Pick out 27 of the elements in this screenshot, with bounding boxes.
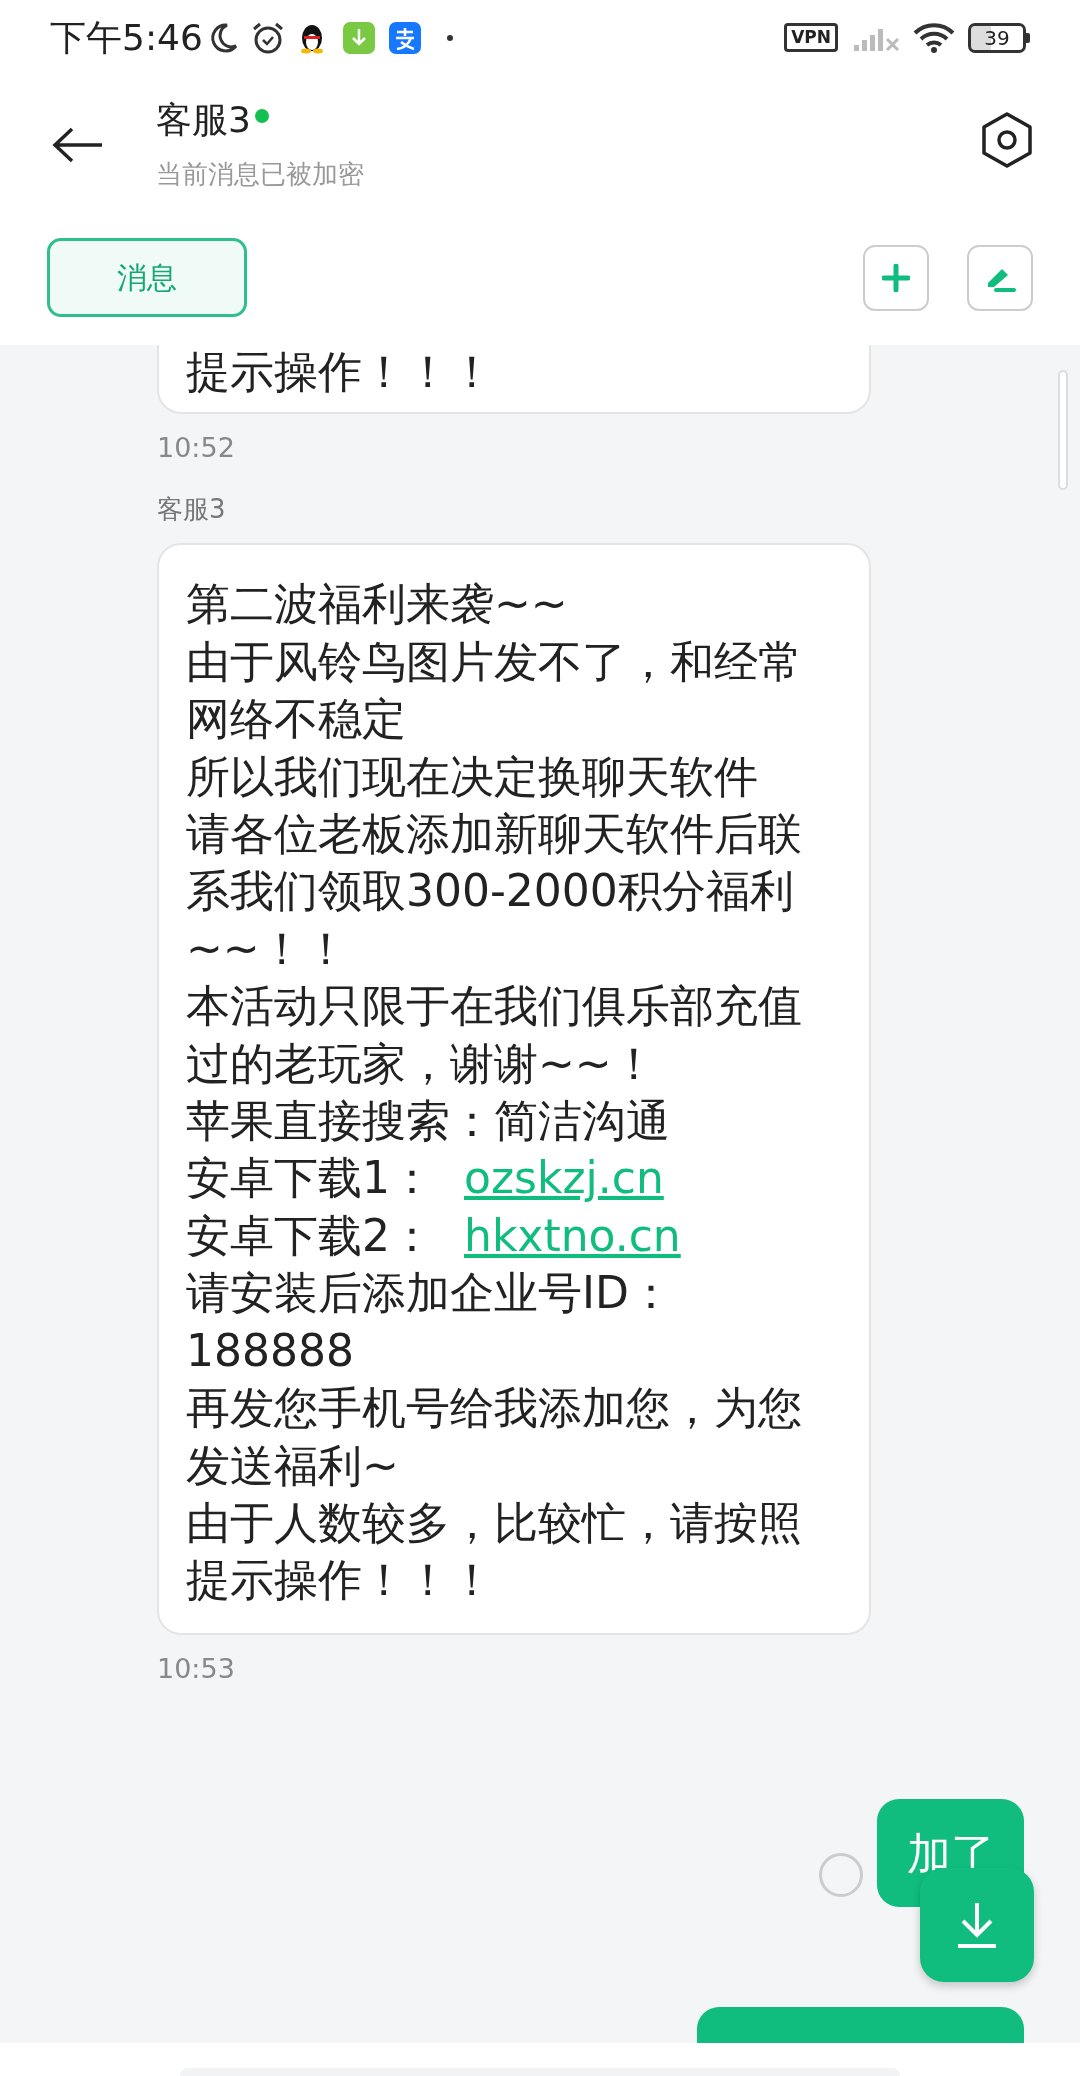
- download-app-icon: [342, 21, 375, 54]
- message-time: 10:52: [157, 431, 236, 466]
- message-text: 第二波福利来袭~~ 由于风铃鸟图片发不了，和经常 网络不稳定 所以我们现在决定换聊天软件 请各位老板添加新聊天软件后联 系我们领取300-2000积分福利 ~~！！ 本活动只限于在我们俱乐部充值 过的老玩家，谢谢~~！ 苹果直接搜索：简洁沟通 安卓下载1： ozskzj.cn 安卓下载2： hkxtno.cn 请安装后添加企业号ID： 188888 再发您手机号给我添加您，为您 发送福利~ 由于人数较多，比较忙，请按照 提示操作！！！: [186, 577, 803, 1608]
- tab[interactable]: 消息: [47, 238, 247, 317]
- message-text: 提示操作！！！: [186, 345, 495, 399]
- encryption-status: 当前消息已被加密: [156, 158, 364, 191]
- plus-icon: [882, 264, 910, 292]
- add-button[interactable]: [863, 245, 929, 311]
- battery-indicator: 39: [968, 22, 1030, 53]
- message-time: 10:53: [157, 1651, 236, 1686]
- link[interactable]: hkxtno.cn: [464, 1209, 681, 1261]
- edit-button[interactable]: [967, 245, 1033, 311]
- wifi-icon: [912, 21, 956, 54]
- status-time: 下午5:46: [50, 15, 203, 60]
- link[interactable]: ozskzj.cn: [464, 1152, 664, 1204]
- sender-name: 客服3: [157, 493, 227, 527]
- back-arrow-icon[interactable]: [52, 127, 104, 163]
- select-radio[interactable]: [819, 1852, 863, 1897]
- vpn-badge: VPN: [784, 23, 838, 52]
- dot-icon: [446, 34, 453, 41]
- moon-icon: [208, 21, 239, 54]
- download-arrow-icon: [955, 1901, 999, 1949]
- payment-app-icon: [388, 21, 421, 54]
- contact-name: 客服3: [156, 98, 251, 142]
- scrollbar[interactable]: [1058, 370, 1068, 490]
- alarm-icon: [250, 20, 285, 55]
- settings-icon[interactable]: [980, 111, 1034, 169]
